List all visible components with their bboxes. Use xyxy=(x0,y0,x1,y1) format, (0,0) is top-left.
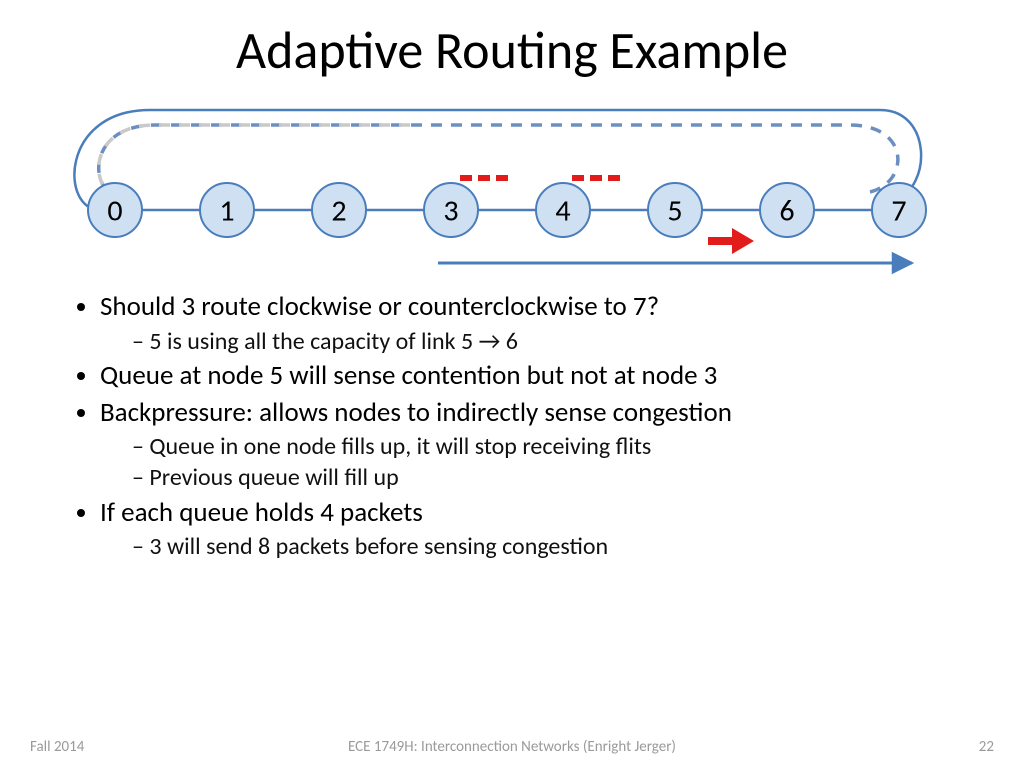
svg-text:4: 4 xyxy=(555,193,570,230)
svg-text:7: 7 xyxy=(891,193,906,230)
svg-text:2: 2 xyxy=(331,193,346,230)
node-0: 0 xyxy=(88,183,142,237)
bullet-1: Should 3 route clockwise or counterclock… xyxy=(100,290,962,325)
footer-page: 22 xyxy=(979,738,994,756)
slide-title: Adaptive Routing Example xyxy=(0,18,1024,82)
bullet-1-1: 5 is using all the capacity of link 5 → … xyxy=(132,327,962,358)
dashed-route-ccw-fade xyxy=(99,125,410,188)
svg-text:1: 1 xyxy=(219,193,234,230)
bullet-2: Queue at node 5 will sense contention bu… xyxy=(100,359,962,394)
node-4: 4 xyxy=(536,183,590,237)
node-3: 3 xyxy=(424,183,478,237)
footer: Fall 2014 ECE 1749H: Interconnection Net… xyxy=(0,732,1024,756)
node-1: 1 xyxy=(200,183,254,237)
red-arrow-icon xyxy=(708,228,754,254)
bullet-3: Backpressure: allows nodes to indirectly… xyxy=(100,396,962,431)
footer-center: ECE 1749H: Interconnection Networks (Enr… xyxy=(0,738,1024,756)
node-6: 6 xyxy=(760,183,814,237)
ring-diagram: 0 1 2 3 4 5 6 7 xyxy=(60,90,940,280)
bullet-4-1: 3 will send 8 packets before sensing con… xyxy=(132,532,962,563)
svg-text:0: 0 xyxy=(107,193,122,230)
slide: Adaptive Routing Example 0 1 2 3 4 5 6 7 xyxy=(0,0,1024,768)
svg-text:6: 6 xyxy=(779,193,794,230)
bullet-4: If each queue holds 4 packets xyxy=(100,496,962,531)
bullet-3-1: Queue in one node fills up, it will stop… xyxy=(132,432,962,463)
node-7: 7 xyxy=(872,183,926,237)
node-2: 2 xyxy=(312,183,366,237)
dashed-route-ccw xyxy=(99,125,898,192)
bullet-3-2: Previous queue will fill up xyxy=(132,463,962,494)
svg-text:5: 5 xyxy=(667,193,682,230)
svg-text:3: 3 xyxy=(443,193,458,230)
node-5: 5 xyxy=(648,183,702,237)
bullet-content: Should 3 route clockwise or counterclock… xyxy=(62,290,962,565)
